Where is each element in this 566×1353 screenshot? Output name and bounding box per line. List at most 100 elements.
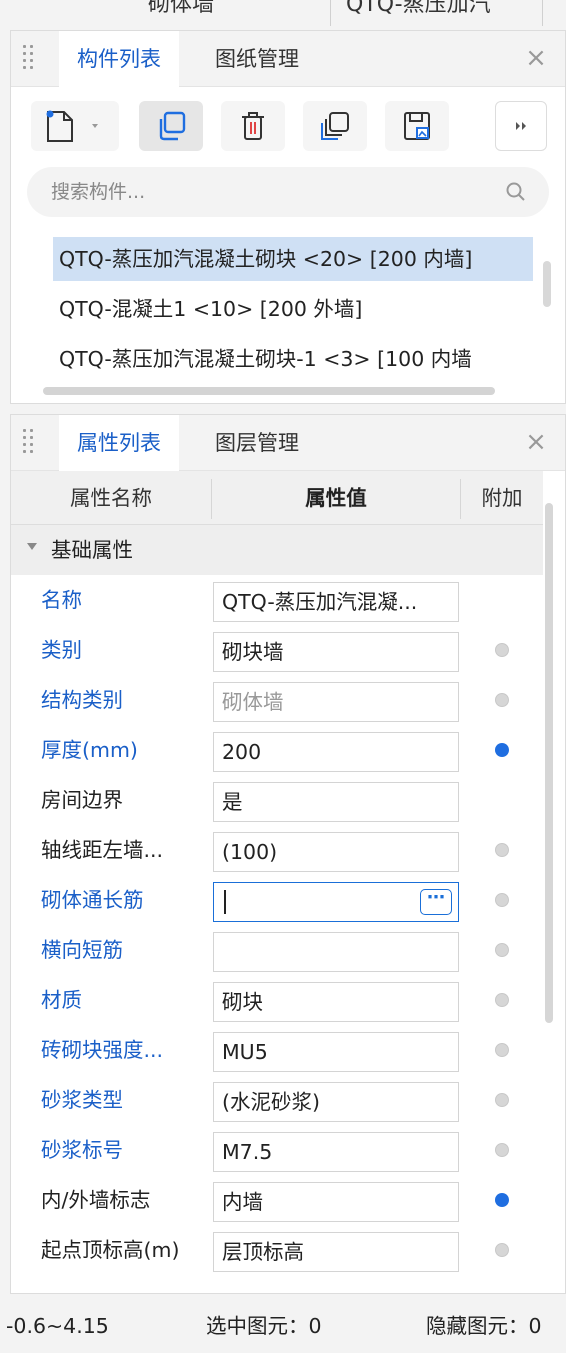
- close-icon[interactable]: ×: [523, 45, 549, 71]
- list-item[interactable]: QTQ-蒸压加汽混凝土砌块 <20> [200 内墙]: [53, 237, 533, 281]
- property-value-input[interactable]: 是: [213, 782, 459, 822]
- property-value-input[interactable]: M7.5: [213, 1132, 459, 1172]
- property-value-text: MU5: [222, 1040, 268, 1064]
- copy-to-layer-button[interactable]: [303, 101, 367, 151]
- vertical-scrollbar[interactable]: [545, 503, 553, 1023]
- property-value-input[interactable]: 砌块墙: [213, 632, 459, 672]
- extra-flag-off-icon[interactable]: [495, 993, 509, 1007]
- header-extra: 附加: [481, 486, 523, 510]
- property-row[interactable]: 砂浆类型 (水泥砂浆): [11, 1075, 543, 1125]
- new-component-button[interactable]: [31, 101, 119, 151]
- divider: [330, 0, 331, 26]
- property-row[interactable]: 砖砌块强度... MU5: [11, 1025, 543, 1075]
- property-row[interactable]: 砌体通长筋 ⋯: [11, 875, 543, 925]
- property-row[interactable]: 结构类别 砌体墙: [11, 675, 543, 725]
- delete-button[interactable]: [221, 101, 285, 151]
- property-name: 房间边界: [41, 788, 123, 812]
- extra-flag-off-icon[interactable]: [495, 1093, 509, 1107]
- property-row[interactable]: 内/外墙标志 内墙: [11, 1175, 543, 1225]
- tab-component-list[interactable]: 构件列表: [59, 31, 179, 87]
- property-value-text: M7.5: [222, 1140, 273, 1164]
- delete-icon: [242, 112, 264, 140]
- drag-grip-icon[interactable]: [23, 429, 37, 457]
- header-property-name: 属性名称: [70, 486, 152, 510]
- property-value-text: (水泥砂浆): [222, 1090, 320, 1114]
- search-placeholder: 搜索构件...: [51, 181, 146, 203]
- property-row[interactable]: 横向短筋: [11, 925, 543, 975]
- property-value-input[interactable]: QTQ-蒸压加汽混凝...: [213, 582, 459, 622]
- property-value-text: 砌块墙: [222, 640, 284, 664]
- property-row[interactable]: 轴线距左墙... (100): [11, 825, 543, 875]
- horizontal-scrollbar[interactable]: [43, 387, 495, 395]
- property-value-input[interactable]: 层顶标高: [213, 1232, 459, 1272]
- property-row[interactable]: 材质 砌块: [11, 975, 543, 1025]
- extra-flag-on-icon[interactable]: [495, 1193, 509, 1207]
- property-value-input[interactable]: 内墙: [213, 1182, 459, 1222]
- property-name: 起点顶标高(m): [41, 1238, 180, 1262]
- vertical-scrollbar[interactable]: [543, 261, 551, 307]
- property-value-text: 是: [222, 790, 243, 814]
- property-name: 横向短筋: [41, 938, 123, 962]
- ellipsis-button[interactable]: ⋯: [420, 889, 452, 915]
- extra-flag-off-icon[interactable]: [495, 1243, 509, 1257]
- extra-flag-off-icon[interactable]: [495, 893, 509, 907]
- top-cell-component: QTQ-蒸压加汽: [346, 0, 491, 17]
- property-value-input[interactable]: (水泥砂浆): [213, 1082, 459, 1122]
- hidden-count: 隐藏图元：0: [426, 1314, 542, 1338]
- extra-flag-off-icon[interactable]: [495, 943, 509, 957]
- property-name: 结构类别: [41, 688, 123, 712]
- group-basic-properties[interactable]: 基础属性: [11, 525, 543, 575]
- property-value-input[interactable]: (100): [213, 832, 459, 872]
- property-row[interactable]: 房间边界 是: [11, 775, 543, 825]
- extra-flag-off-icon[interactable]: [495, 643, 509, 657]
- property-value-input[interactable]: 砌块: [213, 982, 459, 1022]
- component-panel-tabbar: 构件列表 图纸管理 ×: [11, 31, 565, 87]
- extra-flag-off-icon[interactable]: [495, 693, 509, 707]
- list-item[interactable]: QTQ-混凝土1 <10> [200 外墙]: [53, 287, 362, 331]
- property-name: 砂浆标号: [41, 1138, 123, 1162]
- save-as-image-button[interactable]: [385, 101, 449, 151]
- layer-copy-icon: [321, 112, 349, 140]
- property-table-header: 属性名称 属性值 附加: [11, 471, 543, 525]
- header-property-value: 属性值: [305, 486, 367, 510]
- property-value-text: 内墙: [222, 1190, 263, 1214]
- save-image-icon: [404, 112, 430, 140]
- property-value-input[interactable]: 砌体墙: [213, 682, 459, 722]
- tab-property-list[interactable]: 属性列表: [59, 415, 179, 471]
- property-name: 名称: [41, 588, 82, 612]
- top-table-strip: 砌体墙 QTQ-蒸压加汽: [0, 0, 566, 30]
- extra-flag-off-icon[interactable]: [495, 1043, 509, 1057]
- elevation-range: -0.6~4.15: [6, 1314, 109, 1338]
- extra-flag-on-icon[interactable]: [495, 743, 509, 757]
- new-component-icon: [46, 110, 98, 142]
- search-icon[interactable]: [505, 181, 527, 203]
- collapse-arrow-icon[interactable]: [27, 543, 37, 550]
- more-tools-button[interactable]: [495, 101, 547, 151]
- drag-grip-icon[interactable]: [23, 45, 37, 73]
- property-value-input[interactable]: [213, 932, 459, 972]
- property-row[interactable]: 砂浆标号 M7.5: [11, 1125, 543, 1175]
- property-value-input[interactable]: MU5: [213, 1032, 459, 1072]
- tab-drawing-management[interactable]: 图纸管理: [197, 31, 317, 87]
- property-value-input-active[interactable]: ⋯: [213, 882, 459, 922]
- property-name: 内/外墙标志: [41, 1188, 151, 1212]
- property-row[interactable]: 起点顶标高(m) 层顶标高: [11, 1225, 543, 1275]
- property-list-panel: 属性列表 图层管理 × 属性名称 属性值 附加 基础属性 名称 QTQ-蒸压加汽混…: [10, 414, 566, 1294]
- property-row[interactable]: 厚度(mm) 200: [11, 725, 543, 775]
- extra-flag-off-icon[interactable]: [495, 1143, 509, 1157]
- copy-button[interactable]: [139, 101, 203, 151]
- top-cell-category: 砌体墙: [148, 0, 215, 17]
- property-value-text: (100): [222, 840, 278, 864]
- property-name: 砌体通长筋: [41, 888, 144, 912]
- property-value-text: 200: [222, 740, 262, 764]
- close-icon[interactable]: ×: [523, 429, 549, 455]
- property-name: 类别: [41, 638, 82, 662]
- property-value-input[interactable]: 200: [213, 732, 459, 772]
- search-input[interactable]: 搜索构件...: [27, 167, 549, 217]
- extra-flag-off-icon[interactable]: [495, 843, 509, 857]
- text-caret: [224, 890, 226, 914]
- property-row[interactable]: 名称 QTQ-蒸压加汽混凝...: [11, 575, 543, 625]
- list-item[interactable]: QTQ-蒸压加汽混凝土砌块-1 <3> [100 内墙: [53, 337, 553, 381]
- tab-layer-management[interactable]: 图层管理: [197, 415, 317, 471]
- property-row[interactable]: 类别 砌块墙: [11, 625, 543, 675]
